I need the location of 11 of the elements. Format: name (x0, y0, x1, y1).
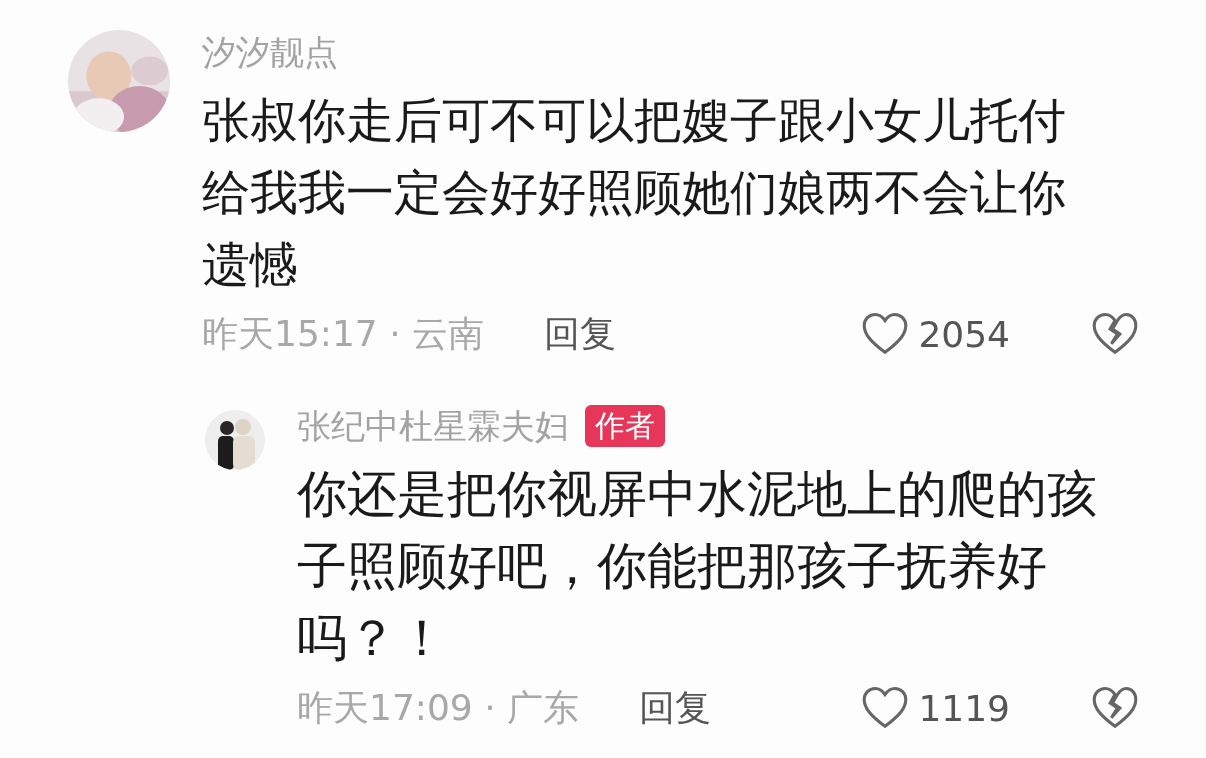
reply-button[interactable]: 回复 (639, 683, 712, 733)
comment-text: 张叔你走后可不可以把嫂子跟小女儿托付给我我一定会好好照顾她们娘两不会让你遗憾 (202, 91, 1067, 294)
like-count: 1119 (918, 687, 1010, 729)
like-count: 2054 (918, 313, 1010, 355)
comment-time: 昨天17:09 · 广东 (297, 685, 580, 730)
author-tag: 作者 (585, 405, 665, 447)
comment-text: 你还是把你视屏中水泥地上的爬的孩子照顾好吧，你能把那孩子抚养好吗？！ (297, 464, 1098, 669)
dislike-icon[interactable] (1090, 686, 1140, 730)
comment-time: 昨天15:17 · 云南 (202, 311, 485, 356)
reply-button[interactable]: 回复 (544, 309, 617, 359)
dislike-icon[interactable] (1090, 312, 1140, 356)
